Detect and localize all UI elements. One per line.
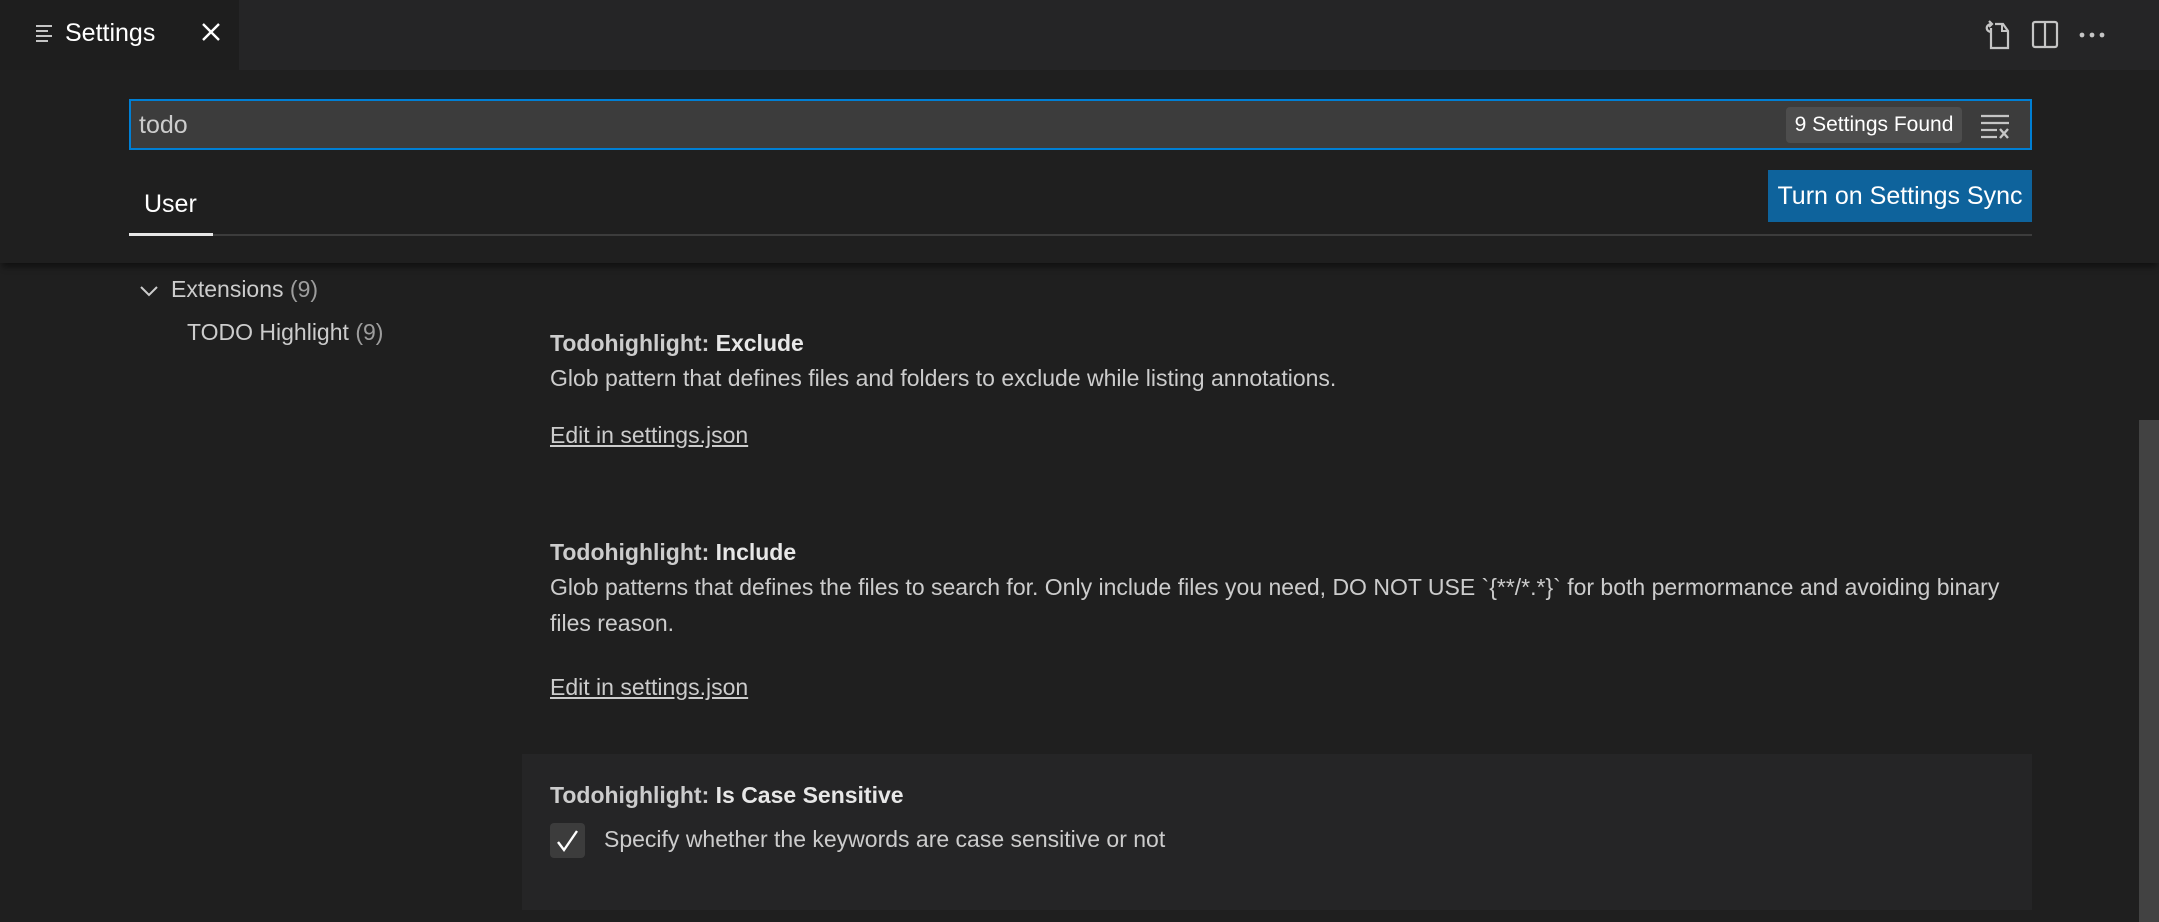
tab-settings[interactable]: Settings	[0, 0, 239, 70]
tab-label: Settings	[65, 19, 156, 47]
setting-title: Todohighlight: Is Case Sensitive	[550, 782, 904, 809]
editor-actions	[1959, 0, 2159, 70]
scope-tabs-divider	[129, 234, 2032, 236]
setting-item-is-case-sensitive: Todohighlight: Is Case Sensitive Specify…	[522, 754, 2032, 910]
editor-tab-bar: Settings	[0, 0, 2159, 70]
setting-description: Glob pattern that defines files and fold…	[550, 365, 1337, 391]
edit-in-settings-json-link[interactable]: Edit in settings.json	[550, 674, 748, 701]
open-settings-json-icon[interactable]	[1981, 18, 2015, 52]
toc-group-count: (9)	[289, 276, 319, 302]
setting-item-include: Todohighlight: Include Glob patterns tha…	[522, 518, 2032, 748]
more-actions-icon[interactable]	[2077, 18, 2111, 52]
results-count-badge: 9 Settings Found	[1786, 107, 1962, 143]
vertical-scrollbar-thumb[interactable]	[2139, 420, 2159, 922]
tab-user-label: User	[144, 190, 197, 218]
turn-on-settings-sync-button[interactable]: Turn on Settings Sync	[1768, 170, 2032, 222]
setting-category: Todohighlight:	[550, 782, 716, 808]
setting-category: Todohighlight:	[550, 539, 716, 565]
search-box: 9 Settings Found	[129, 99, 2032, 150]
clear-filter-icon[interactable]	[1979, 111, 2011, 141]
tab-user[interactable]: User	[129, 184, 213, 236]
search-input[interactable]	[139, 109, 1739, 141]
setting-description: Glob patterns that defines the files to …	[550, 574, 2000, 636]
toc-group-label: Extensions	[171, 276, 284, 302]
toc-item-count: (9)	[355, 319, 384, 345]
setting-name: Exclude	[715, 330, 804, 356]
active-tab-indicator	[129, 233, 213, 236]
case-sensitive-checkbox[interactable]	[550, 823, 585, 858]
chevron-down-icon	[138, 280, 160, 302]
toc-item-label: TODO Highlight	[187, 319, 349, 345]
setting-name: Include	[715, 539, 797, 565]
edit-in-settings-json-link[interactable]: Edit in settings.json	[550, 422, 748, 449]
setting-title: Todohighlight: Include	[550, 539, 796, 566]
checkmark-icon	[557, 830, 578, 853]
setting-title: Todohighlight: Exclude	[550, 330, 804, 357]
close-icon[interactable]	[198, 19, 224, 45]
setting-name: Is Case Sensitive	[715, 782, 904, 808]
setting-description: Specify whether the keywords are case se…	[604, 826, 1166, 852]
settings-header: 9 Settings Found User Turn on Settings S…	[0, 70, 2159, 263]
settings-list-icon	[36, 25, 54, 43]
toc-item-todo-highlight[interactable]: TODO Highlight (9)	[187, 319, 383, 346]
split-editor-icon[interactable]	[2028, 18, 2062, 52]
setting-category: Todohighlight:	[550, 330, 716, 356]
setting-item-exclude: Todohighlight: Exclude Glob pattern that…	[522, 310, 2032, 500]
